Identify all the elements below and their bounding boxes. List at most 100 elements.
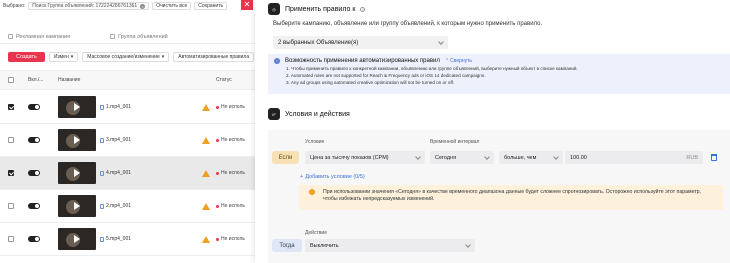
video-thumbnail[interactable] bbox=[58, 162, 96, 184]
info-icon[interactable]: i bbox=[360, 6, 366, 12]
row-checkbox[interactable] bbox=[8, 137, 14, 143]
warning-icon bbox=[202, 235, 210, 243]
row-name[interactable]: 1.mp4_001 bbox=[106, 104, 131, 110]
row-checkbox[interactable] bbox=[8, 104, 14, 110]
status-dot bbox=[216, 237, 219, 241]
row-toggle[interactable] bbox=[28, 104, 40, 110]
action-select[interactable]: Выключить bbox=[305, 239, 475, 252]
row-status: Не исполь bbox=[221, 236, 245, 242]
apply-to-select[interactable]: 2 выбранных Объявление(я) bbox=[273, 36, 448, 49]
target-icon: ◎ bbox=[268, 3, 280, 15]
create-button[interactable]: Создать bbox=[8, 52, 45, 62]
warning-icon bbox=[202, 103, 210, 111]
info-line: 3. Any ad groups using automated creativ… bbox=[286, 80, 455, 85]
tab-campaign[interactable]: Рекламная кампания bbox=[8, 34, 70, 40]
apply-select-value: 2 выбранных Объявление(я) bbox=[278, 39, 359, 46]
close-panel-icon[interactable]: ✕ bbox=[241, 0, 253, 10]
row-status: Не исполь bbox=[221, 104, 245, 110]
warning-icon bbox=[202, 169, 210, 177]
col-status: Статус bbox=[216, 77, 232, 83]
col-name: Название bbox=[58, 77, 81, 83]
file-icon bbox=[100, 203, 104, 209]
status-dot bbox=[216, 138, 219, 142]
chevron-down-icon bbox=[438, 38, 444, 45]
chevron-down-icon bbox=[465, 241, 471, 248]
tab-adgroup[interactable]: Группа объявлений bbox=[110, 34, 168, 40]
clear-chip-icon[interactable]: × bbox=[140, 3, 146, 9]
campaign-icon bbox=[8, 34, 13, 39]
row-name[interactable]: 4.mp4_001 bbox=[106, 170, 131, 176]
info-title: Возможность применения автоматизированны… bbox=[285, 58, 440, 64]
col-toggle: Вкл./... bbox=[28, 77, 44, 83]
tab-campaign-label: Рекламная кампания bbox=[16, 33, 71, 40]
collapse-link[interactable]: ⌃ Свернуть bbox=[445, 58, 472, 64]
table-toolbar: Создать Измен ▾ Массовое создание/изменен… bbox=[0, 50, 255, 64]
currency-label: RUB bbox=[686, 154, 698, 161]
clear-all-button[interactable]: Очистить все bbox=[152, 2, 192, 10]
table-row: 4.mp4_001 Не исполь bbox=[0, 157, 255, 190]
conditions-block: Условие Временной интервал Если Цена за … bbox=[268, 130, 730, 263]
row-status: Не исполь bbox=[221, 203, 245, 209]
value-text: 100.00 bbox=[570, 154, 587, 161]
conditions-title: Условия и действия bbox=[285, 110, 350, 118]
if-pill: Если bbox=[272, 151, 299, 164]
row-checkbox[interactable] bbox=[8, 203, 14, 209]
select-all-checkbox[interactable] bbox=[8, 77, 14, 83]
status-dot bbox=[216, 105, 219, 109]
interval-label: Временной интервал bbox=[430, 139, 480, 145]
metric-select[interactable]: Цена за тысячу показов (CPM) bbox=[305, 151, 425, 164]
status-dot bbox=[216, 171, 219, 175]
row-name[interactable]: 2.mp4_001 bbox=[106, 203, 131, 209]
row-toggle[interactable] bbox=[28, 137, 40, 143]
row-checkbox[interactable] bbox=[8, 170, 14, 176]
conditions-section-header: IF Условия и действия bbox=[268, 108, 350, 120]
value-input[interactable]: 100.00 RUB bbox=[565, 151, 703, 164]
trash-icon[interactable] bbox=[711, 154, 717, 161]
edit-button[interactable]: Измен ▾ bbox=[48, 52, 79, 62]
row-name[interactable]: 5.mp4_001 bbox=[106, 236, 131, 242]
row-name[interactable]: 3.mp4_001 bbox=[106, 137, 131, 143]
video-thumbnail[interactable] bbox=[58, 96, 96, 118]
action-value: Выключить bbox=[310, 242, 339, 249]
add-condition-label: Добавить условие (0/5) bbox=[305, 174, 365, 180]
add-condition-link[interactable]: + Добавить условие (0/5) bbox=[300, 174, 365, 180]
interval-select[interactable]: Сегодня bbox=[430, 151, 494, 164]
adgroup-icon bbox=[110, 34, 116, 39]
operator-select[interactable]: больше, чем bbox=[499, 151, 563, 164]
row-checkbox[interactable] bbox=[8, 236, 14, 242]
interval-value: Сегодня bbox=[435, 154, 457, 161]
bulk-button[interactable]: Массовое создание/изменение ▾ bbox=[82, 52, 170, 62]
edit-label: Измен bbox=[53, 54, 69, 60]
search-chip-label: Поиск Группа объявлений: bbox=[32, 3, 95, 9]
video-thumbnail[interactable] bbox=[58, 228, 96, 250]
row-toggle[interactable] bbox=[28, 236, 40, 242]
table-row: 1.mp4_001 Не исполь bbox=[0, 91, 255, 124]
operator-value: больше, чем bbox=[504, 154, 537, 161]
video-thumbnail[interactable] bbox=[58, 195, 96, 217]
auto-rules-button[interactable]: Автоматизированные правила bbox=[173, 52, 255, 62]
search-filter-chip[interactable]: Поиск Группа объявлений: 1722242867613­6… bbox=[28, 2, 150, 10]
search-chip-value: 1722242867613­61 bbox=[95, 3, 138, 9]
apply-prompt: Выберите кампанию, объявление или группу… bbox=[273, 21, 543, 27]
warning-icon bbox=[202, 136, 210, 144]
file-icon bbox=[100, 170, 104, 176]
row-toggle[interactable] bbox=[28, 203, 40, 209]
video-thumbnail[interactable] bbox=[58, 129, 96, 151]
selected-label: Выбрано: bbox=[3, 3, 26, 9]
chevron-down-icon bbox=[415, 153, 421, 160]
warning-icon bbox=[202, 202, 210, 210]
chevron-down-icon: ▾ bbox=[70, 54, 74, 60]
apply-section-header: ◎ Применить правило к i bbox=[268, 3, 366, 15]
row-status: Не исполь bbox=[221, 137, 245, 143]
save-filter-button[interactable]: Сохранить bbox=[194, 2, 228, 10]
action-label: Действие bbox=[305, 230, 327, 236]
plus-icon: + bbox=[300, 174, 304, 180]
table-row: 2.mp4_001 Не исполь bbox=[0, 190, 255, 223]
row-status: Не исполь bbox=[221, 170, 245, 176]
table-header: Вкл./... Название Статус bbox=[0, 70, 255, 90]
row-toggle[interactable] bbox=[28, 170, 40, 176]
status-dot bbox=[216, 204, 219, 208]
warning-banner: При использовании значения «Сегодня» в к… bbox=[299, 185, 723, 210]
chevron-down-icon bbox=[484, 153, 490, 160]
bulk-label: Массовое создание/изменение bbox=[87, 54, 160, 60]
